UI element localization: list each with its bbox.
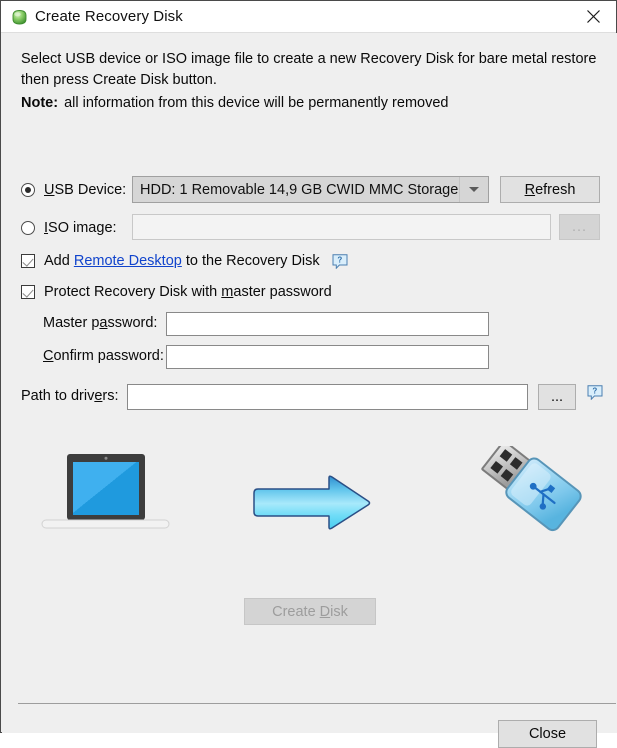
svg-text:?: ? [337,255,342,264]
usb-device-select[interactable]: HDD: 1 Removable 14,9 GB CWID MMC Storag… [132,176,489,203]
master-password-input[interactable] [166,312,489,336]
usb-device-select-value: HDD: 1 Removable 14,9 GB CWID MMC Storag… [140,181,459,198]
protect-master-password-checkbox[interactable] [21,285,35,299]
transfer-illustration [2,438,617,558]
confirm-password-input[interactable] [166,345,489,369]
iso-path-input[interactable] [132,214,551,240]
iso-image-radio[interactable] [21,221,35,235]
chevron-down-icon[interactable] [459,177,488,202]
add-remote-desktop-text-after: to the Recovery Disk [181,253,320,269]
dialog-body: Select USB device or ISO image file to c… [2,33,617,748]
usb-device-label: USB Device: [44,182,127,198]
right-arrow-icon [250,475,372,536]
laptop-icon [40,452,171,547]
protect-master-password-label: Protect Recovery Disk with master passwo… [44,284,332,300]
create-disk-button[interactable]: Create Disk [244,598,376,625]
master-password-label: Master password: [43,315,158,331]
create-recovery-disk-dialog: Create Recovery Disk Select USB device o… [0,0,617,748]
drivers-help-bubble-icon[interactable]: ? [587,385,603,401]
recovery-disk-icon [10,8,29,27]
add-remote-desktop-label: Add Remote Desktop to the Recovery Disk [44,253,320,269]
footer-divider [18,703,616,704]
add-remote-desktop-text-before: Add [44,253,74,269]
close-button-label: Close [528,726,567,742]
create-disk-button-label: Create Disk [272,603,348,620]
remote-desktop-link[interactable]: Remote Desktop [74,253,182,269]
close-icon[interactable] [570,1,616,32]
drivers-browse-button[interactable]: ... [538,384,576,410]
title-bar: Create Recovery Disk [1,1,616,33]
add-remote-desktop-checkbox[interactable] [21,254,35,268]
drivers-path-input[interactable] [127,384,528,410]
iso-browse-button-label: ... [571,219,588,235]
svg-text:?: ? [592,387,597,396]
confirm-password-label: Confirm password: [43,348,164,364]
usb-device-radio-row[interactable]: USB Device: [21,182,126,198]
window-title: Create Recovery Disk [35,8,183,25]
usb-device-radio[interactable] [21,183,35,197]
iso-image-label: ISO image: [44,220,117,236]
refresh-button-label: Refresh [524,181,576,198]
intro-text: Select USB device or ISO image file to c… [21,51,597,88]
note-text: all information from this device will be… [64,95,449,111]
iso-browse-button[interactable]: ... [559,214,600,240]
iso-image-radio-row[interactable]: ISO image: [21,220,117,236]
usb-flash-drive-icon [454,440,584,555]
drivers-browse-button-label: ... [550,389,564,405]
remote-desktop-help-bubble-icon[interactable]: ? [332,253,348,269]
drivers-path-label: Path to drivers: [21,388,119,404]
refresh-button[interactable]: Refresh [500,176,600,203]
add-remote-desktop-row[interactable]: Add Remote Desktop to the Recovery Disk … [21,253,348,269]
note-line: Note: all information from this device wi… [21,95,448,111]
note-label: Note: [21,95,59,111]
close-button[interactable]: Close [498,720,597,748]
protect-master-password-row[interactable]: Protect Recovery Disk with master passwo… [21,284,332,300]
